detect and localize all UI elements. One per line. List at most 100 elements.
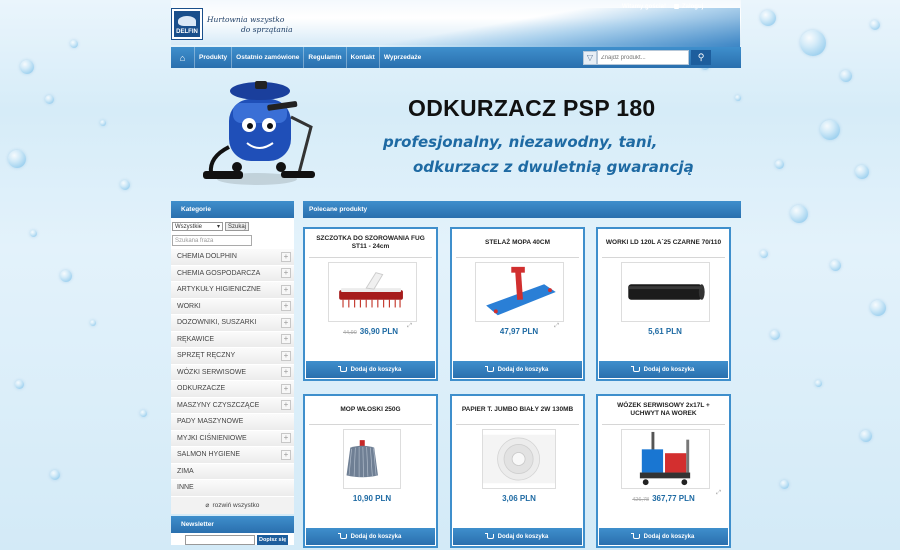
category-item[interactable]: SPRZĘT RĘCZNY + — [171, 348, 294, 365]
product-image[interactable] — [621, 429, 710, 489]
category-search-button[interactable]: Szukaj — [225, 222, 250, 231]
current-price: 367,77 PLN — [652, 494, 695, 503]
newsletter-submit-button[interactable]: Dopisz się — [257, 534, 289, 545]
expand-plus-icon[interactable]: + — [281, 433, 291, 444]
category-item[interactable]: CHEMIA GOSPODARCZA + — [171, 265, 294, 282]
category-item[interactable]: SALMON HYGIENE + — [171, 447, 294, 464]
expand-plus-icon[interactable]: + — [281, 268, 291, 279]
add-to-cart-button[interactable]: Dodaj do koszyka — [306, 528, 435, 545]
expand-plus-icon[interactable]: + — [281, 350, 291, 361]
product-price: 47,97 PLN — [452, 327, 583, 336]
tagline: Hurtownia wszystko do sprzątania — [207, 15, 293, 35]
login-label: Zaloguj — [681, 4, 704, 11]
expand-all-link[interactable]: ⌀ rozwiń wszystko — [171, 496, 294, 514]
phrase-input[interactable]: Szukana fraza — [172, 235, 252, 246]
product-name[interactable]: WÓZEK SERWISOWY 2x17L + UCHWYT NA WOREK — [598, 396, 729, 424]
divider — [309, 257, 432, 258]
product-price: 5,61 PLN — [598, 327, 729, 336]
expand-plus-icon[interactable]: + — [281, 251, 291, 262]
category-item[interactable]: WORKI + — [171, 298, 294, 315]
old-price: 426,78 — [632, 497, 650, 503]
current-price: 47,97 PLN — [499, 327, 539, 336]
product-price: 10,90 PLN — [305, 494, 436, 503]
categories-heading: Kategorie — [171, 201, 294, 218]
expand-plus-icon[interactable]: + — [281, 449, 291, 460]
delfin-logo[interactable]: DELFIN — [171, 8, 203, 40]
expand-plus-icon[interactable]: + — [281, 367, 291, 378]
category-item[interactable]: ZIMA — [171, 463, 294, 480]
add-to-cart-button[interactable]: Dodaj do koszyka — [453, 528, 582, 545]
nav-item-regulamin[interactable]: Regulamin — [304, 47, 347, 68]
nav-item-produkty[interactable]: Produkty — [195, 47, 233, 68]
expand-plus-icon[interactable]: + — [281, 317, 291, 328]
product-name[interactable]: PAPIER T. JUMBO BIAŁY 2W 130MB — [452, 396, 583, 424]
category-item[interactable]: ARTYKUŁY HIGIENICZNE + — [171, 282, 294, 299]
category-label: CHEMIA GOSPODARCZA — [177, 269, 261, 277]
product-name[interactable]: WORKI LD 120L A`25 CZARNE 70/110 — [598, 229, 729, 257]
product-image[interactable] — [475, 262, 564, 322]
vacuum-cleaner-image[interactable] — [199, 77, 325, 195]
add-to-cart-button[interactable]: Dodaj do koszyka — [306, 361, 435, 378]
category-item[interactable]: CHEMIA DOLPHIN + — [171, 249, 294, 266]
tagline-line2: do sprzątania — [241, 25, 293, 34]
add-to-cart-label: Dodaj do koszyka — [350, 366, 402, 373]
product-search: ▽ ⚲ — [583, 50, 711, 65]
product-name[interactable]: MOP WŁOSKI 250G — [305, 396, 436, 424]
expand-plus-icon[interactable]: + — [281, 334, 291, 345]
product-image[interactable] — [621, 262, 710, 322]
category-label: WORKI — [177, 302, 201, 310]
expand-plus-icon[interactable]: + — [281, 284, 291, 295]
category-item[interactable]: DOZOWNIKI, SUSZARKI + — [171, 315, 294, 332]
product-image[interactable] — [328, 262, 417, 322]
newsletter-form: Dopisz się — [171, 532, 294, 545]
product-price: 426,78 367,77 PLN — [598, 494, 729, 503]
login-link[interactable]: Zaloguj — [673, 4, 704, 11]
product-name[interactable]: SZCZOTKA DO SZOROWANIA FUG ST11 - 24cm — [305, 229, 436, 257]
add-to-cart-button[interactable]: Dodaj do koszyka — [599, 528, 728, 545]
category-label: SPRZĘT RĘCZNY — [177, 352, 236, 360]
cart-icon — [630, 366, 640, 372]
expand-plus-icon[interactable]: + — [281, 301, 291, 312]
filter-icon[interactable]: ▽ — [583, 50, 597, 65]
divider — [456, 257, 579, 258]
category-search-form: Wszystkie ▾ Szukaj Szukana fraza — [171, 218, 294, 249]
product-image[interactable] — [343, 429, 401, 489]
category-select[interactable]: Wszystkie ▾ — [172, 222, 223, 231]
add-to-cart-button[interactable]: Dodaj do koszyka — [453, 361, 582, 378]
category-item[interactable]: ODKURZACZE + — [171, 381, 294, 398]
product-search-input[interactable] — [597, 50, 689, 65]
cart-icon — [630, 533, 640, 539]
category-item[interactable]: PADY MASZYNOWE — [171, 414, 294, 431]
product-card: PAPIER T. JUMBO BIAŁY 2W 130MB 3,06 PLN … — [450, 394, 585, 548]
expand-plus-icon[interactable]: + — [281, 383, 291, 394]
category-label: CHEMIA DOLPHIN — [177, 253, 237, 261]
category-item[interactable]: MASZYNY CZYSZCZĄCE + — [171, 397, 294, 414]
category-select-value: Wszystkie — [175, 223, 202, 230]
expand-plus-icon[interactable]: + — [281, 400, 291, 411]
expand-all-label: rozwiń wszystko — [212, 501, 260, 509]
nav-item-wyprzedaze[interactable]: Wyprzedaże — [380, 47, 425, 68]
category-item[interactable]: RĘKAWICE + — [171, 331, 294, 348]
category-label: ARTYKUŁY HIGIENICZNE — [177, 286, 261, 294]
newsletter-email-input[interactable] — [185, 534, 255, 545]
product-image[interactable] — [482, 429, 556, 489]
category-label: WÓZKI SERWISOWE — [177, 368, 247, 376]
banner-subtitle-line2: odkurzacz z dwuletnią gwarancją — [413, 158, 694, 176]
category-label: ZIMA — [177, 467, 194, 475]
top-links: Witamy gościa! Zaloguj — [622, 4, 703, 10]
current-price: 3,06 PLN — [502, 494, 536, 503]
home-icon[interactable]: ⌂ — [171, 47, 195, 68]
nav-item-kontakt[interactable]: Kontakt — [347, 47, 380, 68]
category-item[interactable]: MYJKI CIŚNIENIOWE + — [171, 430, 294, 447]
newsletter-heading: Newsletter — [171, 515, 294, 533]
product-card: WORKI LD 120L A`25 CZARNE 70/110 5,61 PL… — [596, 227, 731, 381]
search-icon[interactable]: ⚲ — [691, 50, 711, 65]
product-name[interactable]: STELAŻ MOPA 40CM — [452, 229, 583, 257]
category-item[interactable]: WÓZKI SERWISOWE + — [171, 364, 294, 381]
category-item[interactable]: INNE — [171, 480, 294, 497]
product-price: 44,90 36,90 PLN — [305, 327, 436, 336]
banner-title[interactable]: ODKURZACZ PSP 180 — [408, 95, 656, 122]
chevron-down-icon: ▾ — [216, 224, 220, 230]
add-to-cart-button[interactable]: Dodaj do koszyka — [599, 361, 728, 378]
nav-item-ostatnio-zamowione[interactable]: Ostatnio zamówione — [232, 47, 305, 68]
